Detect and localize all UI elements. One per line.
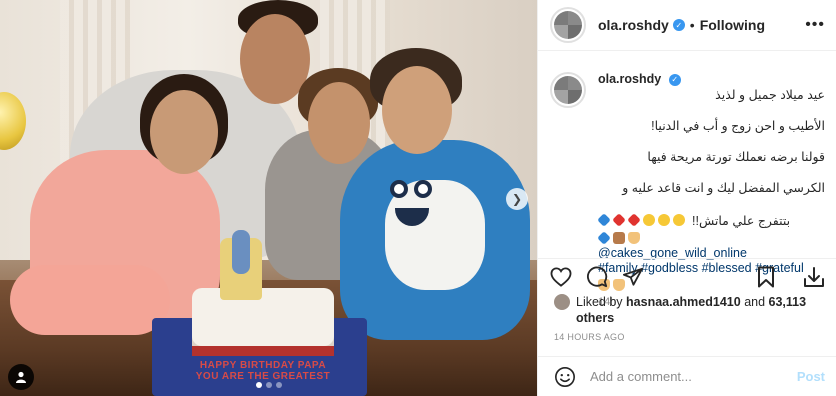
- likes-conjunction: and: [744, 295, 766, 309]
- share-icon: [623, 267, 643, 286]
- photo-woman-head: [308, 82, 370, 164]
- like-button[interactable]: [548, 264, 574, 290]
- download-button[interactable]: [801, 264, 827, 290]
- post-header: ola.roshdy ✓ • Following •••: [538, 0, 836, 51]
- blue-heart-icon: [597, 230, 611, 245]
- post-timestamp[interactable]: 14 HOURS AGO: [554, 332, 625, 342]
- carousel-dot: [255, 382, 262, 388]
- laughing-face-icon: [643, 214, 655, 226]
- avatar[interactable]: [550, 7, 586, 43]
- heart-icon: [550, 266, 572, 287]
- caption-line: قولنا برضه نعملك تورتة مريحة فيها: [647, 150, 825, 164]
- header-username[interactable]: ola.roshdy: [598, 17, 669, 33]
- liker-username[interactable]: hasnaa.ahmed1410: [626, 295, 741, 309]
- avatar[interactable]: [550, 72, 586, 108]
- comments-area: ola.roshdy ✓ عيد ميلاد جميل و لذيذ الأطي…: [538, 60, 836, 308]
- praying-hands-icon: [628, 231, 640, 244]
- save-button[interactable]: [753, 264, 779, 290]
- avatar[interactable]: [554, 294, 570, 310]
- shark-eye-icon: [414, 180, 432, 198]
- post-photo[interactable]: HAPPY BIRTHDAY PAPA YOU ARE THE GREATEST…: [0, 0, 537, 396]
- verified-badge-icon: ✓: [668, 73, 681, 86]
- cake-figure-topper: [232, 230, 250, 274]
- photo-boy-head: [382, 66, 452, 154]
- cake-icon: [613, 231, 625, 244]
- comment-input[interactable]: [590, 369, 797, 384]
- more-horizontal-icon[interactable]: •••: [805, 16, 825, 34]
- caption-line: بتتفرج علي ماتش!!: [692, 214, 791, 228]
- caption-line: الكرسي المفضل ليك و انت قاعد عليه و: [622, 181, 825, 195]
- comment-form: Post: [538, 356, 836, 396]
- bookmark-icon: [758, 266, 774, 287]
- rofl-face-icon: [673, 214, 685, 226]
- shark-eye-icon: [390, 180, 408, 198]
- carousel-dot: [265, 382, 272, 388]
- birthday-cake: [192, 288, 334, 354]
- action-bar: [538, 258, 836, 290]
- photo-girl-head: [150, 90, 218, 174]
- chevron-right-icon: ❯: [511, 192, 523, 206]
- verified-badge-icon: ✓: [672, 19, 685, 31]
- likes-summary: Liked by hasnaa.ahmed1410 and 63,113 oth…: [554, 294, 824, 326]
- caption-username[interactable]: ola.roshdy: [598, 72, 661, 86]
- likes-text: Liked by hasnaa.ahmed1410 and 63,113 oth…: [576, 294, 824, 326]
- instagram-post: HAPPY BIRTHDAY PAPA YOU ARE THE GREATEST…: [0, 0, 836, 396]
- download-icon: [804, 266, 824, 287]
- comment-button[interactable]: [584, 264, 610, 290]
- post-side-panel: ola.roshdy ✓ • Following ••• ola.roshdy …: [537, 0, 836, 396]
- likes-prefix: Liked by: [576, 295, 623, 309]
- next-slide-button[interactable]: ❯: [506, 188, 528, 210]
- red-heart-icon: [627, 213, 641, 227]
- carousel-indicator: [0, 382, 537, 388]
- header-separator: •: [689, 17, 695, 33]
- smiley-icon[interactable]: [554, 366, 576, 388]
- post-comment-button[interactable]: Post: [797, 369, 825, 384]
- grinning-face-icon: [658, 214, 670, 226]
- carousel-dot: [275, 382, 282, 388]
- caption-emoji-row: [597, 230, 825, 245]
- following-button[interactable]: Following: [700, 17, 765, 33]
- caption-line: الأطيب و احن زوج و أب في الدنيا!: [651, 119, 825, 133]
- share-button[interactable]: [620, 264, 646, 290]
- cake-inscription: HAPPY BIRTHDAY PAPA YOU ARE THE GREATEST: [195, 360, 331, 382]
- blue-heart-icon: [597, 213, 611, 227]
- cake-ribbon: [192, 346, 334, 356]
- photo-girl-legs: [10, 265, 170, 335]
- caption-text: عيد ميلاد جميل و لذيذ الأطيب و احن زوج و…: [598, 73, 825, 213]
- caption-emoji-row: بتتفرج علي ماتش!!: [597, 213, 825, 230]
- caption-line: عيد ميلاد جميل و لذيذ: [715, 88, 825, 102]
- red-heart-icon: [612, 213, 626, 227]
- comment-icon: [587, 266, 608, 287]
